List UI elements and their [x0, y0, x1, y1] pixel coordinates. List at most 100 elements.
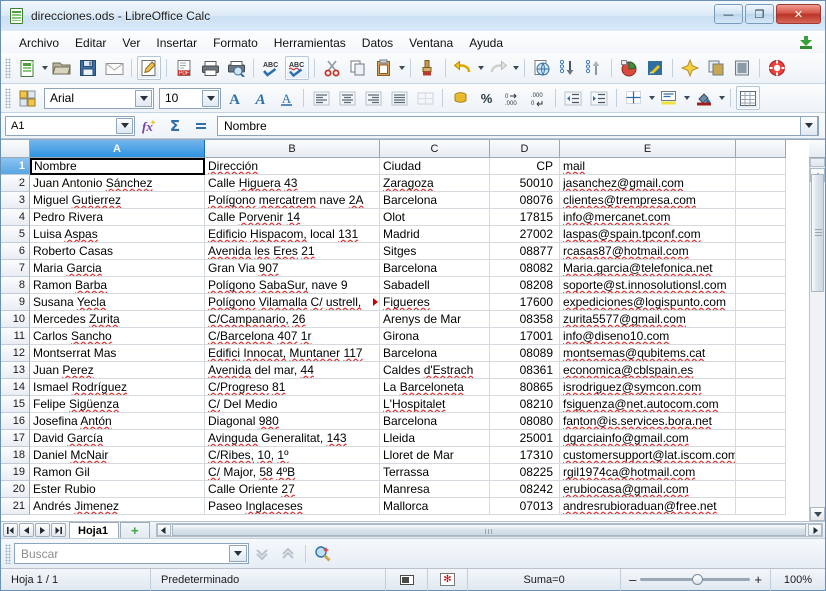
- cell-E19[interactable]: rgil1974ca@hotmail.com: [560, 464, 736, 481]
- autospellcheck-icon[interactable]: ABC: [285, 56, 309, 80]
- new-document-icon[interactable]: [15, 56, 39, 80]
- merge-cells-icon[interactable]: [413, 86, 437, 110]
- cell-F12[interactable]: [736, 345, 786, 362]
- row-header-3[interactable]: 3: [1, 192, 30, 209]
- cell-C4[interactable]: Olot: [380, 209, 490, 226]
- cell-C11[interactable]: Girona: [380, 328, 490, 345]
- cell-D9[interactable]: 17600: [490, 294, 560, 311]
- horizontal-scroll-thumb[interactable]: [171, 524, 806, 536]
- cell-F9[interactable]: [736, 294, 786, 311]
- vertical-split-handle[interactable]: [810, 158, 825, 167]
- cell-A8[interactable]: Ramon Barba: [30, 277, 205, 294]
- cell-A19[interactable]: Ramon Gil: [30, 464, 205, 481]
- row-header-5[interactable]: 5: [1, 226, 30, 243]
- cell-C2[interactable]: Zaragoza: [380, 175, 490, 192]
- cell-B16[interactable]: Diagonal 980: [205, 413, 380, 430]
- cell-E21[interactable]: andresrubioraduan@free.net: [560, 498, 736, 515]
- cell-B13[interactable]: Avenida del mar, 44: [205, 362, 380, 379]
- zoom-out-button[interactable]: –: [629, 572, 636, 587]
- redo-icon[interactable]: [486, 56, 510, 80]
- background-color-icon[interactable]: [692, 86, 716, 110]
- cell-D11[interactable]: 17001: [490, 328, 560, 345]
- cut-icon[interactable]: [320, 56, 344, 80]
- edit-mode-icon[interactable]: [137, 56, 161, 80]
- cell-E6[interactable]: rcasas87@hotmail.com: [560, 243, 736, 260]
- find-next-icon[interactable]: [249, 543, 275, 565]
- cell-D5[interactable]: 27002: [490, 226, 560, 243]
- cell-A6[interactable]: Roberto Casas: [30, 243, 205, 260]
- menu-datos[interactable]: Datos: [354, 34, 401, 52]
- cell-D13[interactable]: 08361: [490, 362, 560, 379]
- column-header-c[interactable]: C: [380, 140, 490, 158]
- cell-F17[interactable]: [736, 430, 786, 447]
- row-header-17[interactable]: 17: [1, 430, 30, 447]
- maximize-button[interactable]: ❐: [745, 4, 774, 24]
- cell-D7[interactable]: 08082: [490, 260, 560, 277]
- horizontal-scrollbar[interactable]: [155, 523, 823, 537]
- scroll-left-button[interactable]: [156, 524, 171, 536]
- cell-B6[interactable]: Avenida les Eres 21: [205, 243, 380, 260]
- row-header-1[interactable]: 1: [1, 158, 30, 175]
- menu-insertar[interactable]: Insertar: [148, 34, 205, 52]
- cell-F2[interactable]: [736, 175, 786, 192]
- cell-A13[interactable]: Juan Perez: [30, 362, 205, 379]
- row-header-8[interactable]: 8: [1, 277, 30, 294]
- cell-C21[interactable]: Mallorca: [380, 498, 490, 515]
- row-header-12[interactable]: 12: [1, 345, 30, 362]
- cell-F4[interactable]: [736, 209, 786, 226]
- border-style-icon[interactable]: [657, 86, 681, 110]
- add-decimal-place-icon[interactable]: 0.000: [500, 86, 524, 110]
- cell-F16[interactable]: [736, 413, 786, 430]
- cell-D1[interactable]: CP: [490, 158, 560, 175]
- cell-C19[interactable]: Terrassa: [380, 464, 490, 481]
- cell-C17[interactable]: Lleida: [380, 430, 490, 447]
- menu-ventana[interactable]: Ventana: [401, 34, 461, 52]
- cell-D16[interactable]: 08080: [490, 413, 560, 430]
- cell-A20[interactable]: Ester Rubio: [30, 481, 205, 498]
- cell-F1[interactable]: [736, 158, 786, 175]
- row-header-19[interactable]: 19: [1, 464, 30, 481]
- cell-F3[interactable]: [736, 192, 786, 209]
- cell-C3[interactable]: Barcelona: [380, 192, 490, 209]
- new-document-dropdown-caret-icon[interactable]: [40, 58, 49, 78]
- row-header-4[interactable]: 4: [1, 209, 30, 226]
- cell-F19[interactable]: [736, 464, 786, 481]
- menu-formato[interactable]: Formato: [205, 34, 266, 52]
- paste-icon[interactable]: [372, 56, 396, 80]
- previous-sheet-icon[interactable]: [19, 523, 34, 537]
- cell-C16[interactable]: Barcelona: [380, 413, 490, 430]
- zoom-level[interactable]: 100%: [771, 569, 825, 591]
- cell-E8[interactable]: soporte@st.innosolutionsl.com: [560, 277, 736, 294]
- search-history-dropdown-caret-icon[interactable]: [229, 545, 247, 562]
- font-name-combobox[interactable]: Arial: [44, 87, 154, 109]
- cell-B19[interactable]: C/ Major, 58 4ºB: [205, 464, 380, 481]
- cell-C7[interactable]: Barcelona: [380, 260, 490, 277]
- align-center-icon[interactable]: [335, 86, 359, 110]
- cell-F13[interactable]: [736, 362, 786, 379]
- find-and-replace-icon[interactable]: [310, 543, 336, 565]
- cell-C14[interactable]: La Barceloneta: [380, 379, 490, 396]
- cell-B11[interactable]: C/Barcelona 407 1r: [205, 328, 380, 345]
- help-icon[interactable]: [765, 56, 789, 80]
- cell-A2[interactable]: Juan Antonio Sánchez: [30, 175, 205, 192]
- insert-mode[interactable]: [386, 568, 428, 591]
- cell-B20[interactable]: Calle Oriente 27: [205, 481, 380, 498]
- cell-A21[interactable]: Andrés Jimenez: [30, 498, 205, 515]
- cell-B1[interactable]: Dirección: [205, 158, 380, 175]
- cell-A3[interactable]: Miguel Gutierrez: [30, 192, 205, 209]
- special-character-icon[interactable]: [678, 56, 702, 80]
- row-header-6[interactable]: 6: [1, 243, 30, 260]
- cell-C20[interactable]: Manresa: [380, 481, 490, 498]
- cell-B5[interactable]: Edificio Hispacom, local 131: [205, 226, 380, 243]
- cell-C10[interactable]: Arenys de Mar: [380, 311, 490, 328]
- cell-D12[interactable]: 08089: [490, 345, 560, 362]
- draw-functions-icon[interactable]: [643, 56, 667, 80]
- cell-F8[interactable]: [736, 277, 786, 294]
- border-style-dropdown-caret-icon[interactable]: [682, 88, 691, 108]
- row-header-13[interactable]: 13: [1, 362, 30, 379]
- cell-B10[interactable]: C/Campanario, 26: [205, 311, 380, 328]
- cell-B15[interactable]: C/ Del Medio: [205, 396, 380, 413]
- cell-C1[interactable]: Ciudad: [380, 158, 490, 175]
- decrease-indent-icon[interactable]: [561, 86, 585, 110]
- row-header-15[interactable]: 15: [1, 396, 30, 413]
